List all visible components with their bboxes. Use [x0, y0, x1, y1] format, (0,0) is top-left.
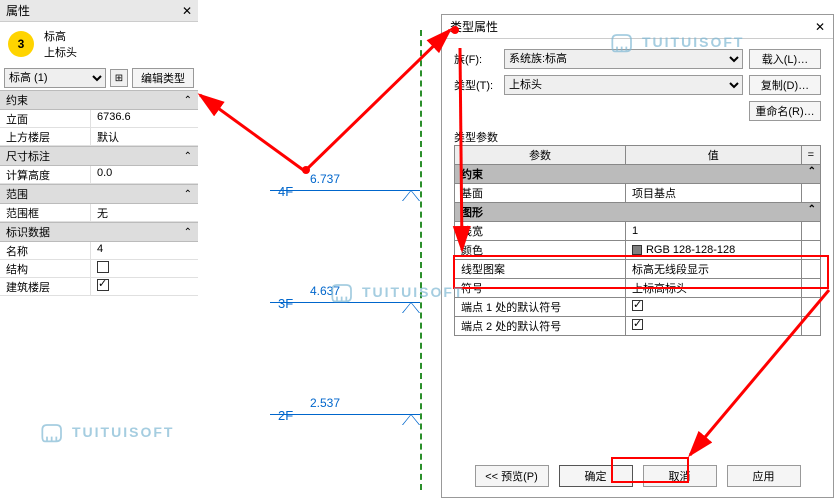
- close-icon[interactable]: ✕: [182, 4, 192, 18]
- level-name: 3F: [278, 296, 293, 311]
- properties-panel: 属性 ✕ 3 标高 上标头 标高 (1) ⊞ 编辑类型 约束⌃ 立面6736.6…: [0, 0, 198, 300]
- param-value[interactable]: 上标高标头: [625, 279, 801, 298]
- section-dimensions[interactable]: 尺寸标注⌃: [0, 146, 198, 166]
- prop-row: 计算高度0.0: [0, 166, 198, 184]
- filter-icon[interactable]: ⊞: [110, 69, 128, 87]
- collapse-icon: ⌃: [184, 227, 192, 238]
- prop-value[interactable]: 无: [90, 204, 198, 221]
- properties-title: 属性: [6, 2, 30, 19]
- copy-button[interactable]: 复制(D)…: [749, 75, 821, 95]
- param-row: 端点 2 处的默认符号: [455, 317, 821, 336]
- collapse-icon: ⌃: [184, 95, 192, 106]
- rename-button[interactable]: 重命名(R)…: [749, 101, 821, 121]
- preview-button[interactable]: << 预览(P): [475, 465, 549, 487]
- edit-type-button[interactable]: 编辑类型: [132, 68, 194, 88]
- watermark: TUITUISOFT: [40, 420, 174, 444]
- prop-checkbox[interactable]: ✓: [90, 278, 198, 295]
- dialog-title-bar[interactable]: 类型属性 ✕: [442, 15, 833, 39]
- level-name: 4F: [278, 184, 293, 199]
- prop-row: 名称4: [0, 242, 198, 260]
- prop-row: 范围框无: [0, 204, 198, 222]
- family-label: 族(F):: [454, 51, 504, 67]
- dialog-title: 类型属性: [450, 18, 498, 35]
- section-ident[interactable]: 标识数据⌃: [0, 222, 198, 242]
- col-value: 值: [625, 146, 801, 165]
- collapse-icon: ⌃: [184, 189, 192, 200]
- prop-row: 结构: [0, 260, 198, 278]
- section-extent[interactable]: 范围⌃: [0, 184, 198, 204]
- prop-value[interactable]: 6736.6: [90, 110, 198, 127]
- type-select[interactable]: 上标头: [504, 75, 743, 95]
- param-checkbox[interactable]: [625, 317, 801, 336]
- col-param: 参数: [455, 146, 626, 165]
- group-constraint[interactable]: 约束⌃: [455, 165, 821, 184]
- prop-value[interactable]: 4: [90, 242, 198, 259]
- prop-checkbox[interactable]: [90, 260, 198, 277]
- type-properties-dialog: 类型属性 ✕ 族(F): 系统族:标高 载入(L)… 类型(T): 上标头 复制…: [441, 14, 834, 498]
- param-value[interactable]: 1: [625, 222, 801, 241]
- param-row: 颜色RGB 128-128-128: [455, 241, 821, 260]
- type-name: 上标头: [44, 44, 77, 60]
- params-grid: 参数值= 约束⌃ 基面项目基点 图形⌃ 线宽1 颜色RGB 128-128-12…: [454, 145, 821, 336]
- param-row: 端点 1 处的默认符号: [455, 298, 821, 317]
- close-icon[interactable]: ✕: [815, 20, 825, 34]
- prop-row: 立面6736.6: [0, 110, 198, 128]
- load-button[interactable]: 载入(L)…: [749, 49, 821, 69]
- instance-selector-row: 标高 (1) ⊞ 编辑类型: [0, 66, 198, 90]
- param-row: 基面项目基点: [455, 184, 821, 203]
- param-row: 符号上标高标头: [455, 279, 821, 298]
- level-value: 4.637: [310, 284, 340, 298]
- level-value: 2.537: [310, 396, 340, 410]
- cancel-button[interactable]: 取消: [643, 465, 717, 487]
- family-select[interactable]: 系统族:标高: [504, 49, 743, 69]
- group-graphics[interactable]: 图形⌃: [455, 203, 821, 222]
- prop-row: 建筑楼层✓: [0, 278, 198, 296]
- prop-value[interactable]: 默认: [90, 128, 198, 145]
- drawing-canvas[interactable]: 6.737 4F 4.637 3F 2.537 2F: [210, 10, 440, 490]
- grid-line: [420, 30, 422, 490]
- param-value[interactable]: 标高无线段显示: [625, 260, 801, 279]
- dialog-body: 族(F): 系统族:标高 载入(L)… 类型(T): 上标头 复制(D)… 重命…: [442, 39, 833, 346]
- level-name: 2F: [278, 408, 293, 423]
- properties-title-bar: 属性 ✕: [0, 0, 198, 22]
- type-params-label: 类型参数: [454, 129, 821, 145]
- level-value: 6.737: [310, 172, 340, 186]
- param-row: 线型图案标高无线段显示: [455, 260, 821, 279]
- instance-select[interactable]: 标高 (1): [4, 68, 106, 88]
- ok-button[interactable]: 确定: [559, 465, 633, 487]
- type-label: 类型(T):: [454, 77, 504, 93]
- apply-button[interactable]: 应用: [727, 465, 801, 487]
- color-swatch: [632, 245, 642, 255]
- prop-value[interactable]: 0.0: [90, 166, 198, 183]
- section-constraint[interactable]: 约束⌃: [0, 90, 198, 110]
- type-category: 标高: [44, 28, 77, 44]
- param-row: 线宽1: [455, 222, 821, 241]
- param-checkbox[interactable]: [625, 298, 801, 317]
- dialog-button-row: << 预览(P) 确定 取消 应用: [442, 465, 833, 487]
- col-eq: =: [801, 146, 820, 165]
- type-name-block: 标高 上标头: [44, 28, 77, 60]
- type-preview-row: 3 标高 上标头: [0, 22, 198, 66]
- prop-row: 上方楼层默认: [0, 128, 198, 146]
- param-value[interactable]: 项目基点: [625, 184, 801, 203]
- param-value[interactable]: RGB 128-128-128: [625, 241, 801, 260]
- collapse-icon: ⌃: [184, 151, 192, 162]
- step-badge-3: 3: [8, 31, 34, 57]
